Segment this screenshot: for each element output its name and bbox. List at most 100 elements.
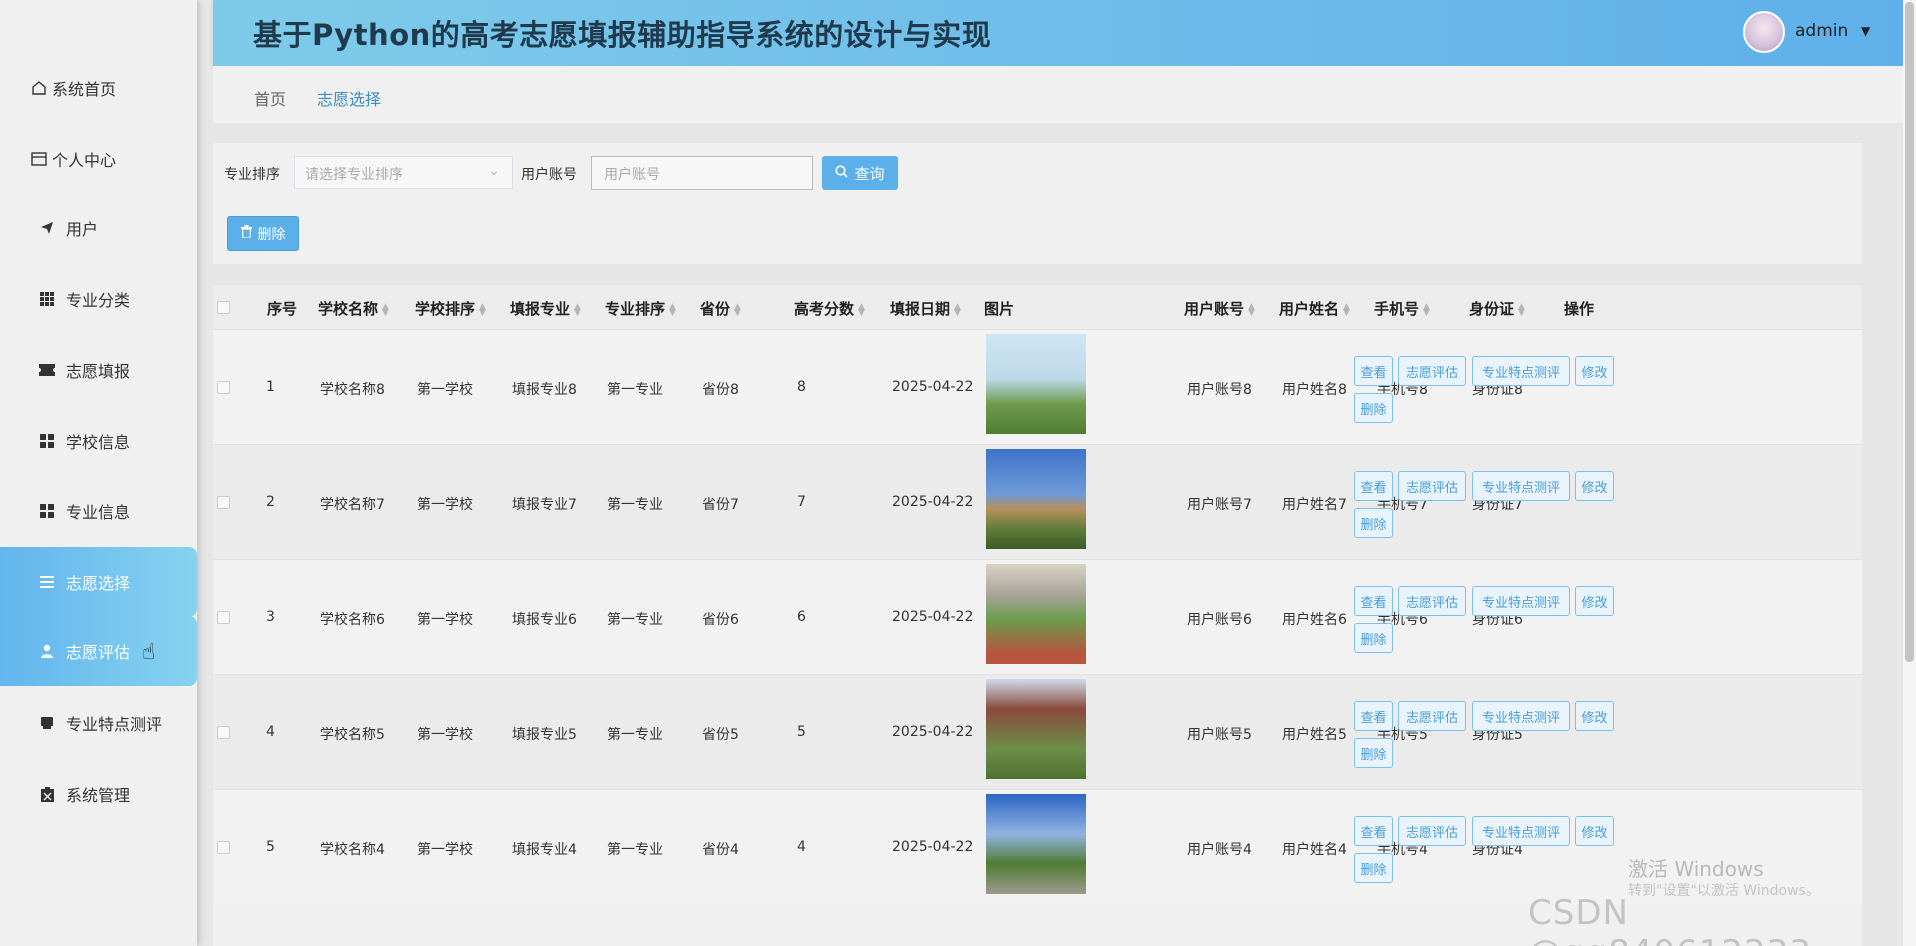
cell-major-rank: 第一专业 <box>607 382 663 398</box>
evaluate-button[interactable]: 志愿评估 <box>1398 701 1466 731</box>
feature-button[interactable]: 专业特点测评 <box>1472 816 1570 846</box>
edit-button[interactable]: 修改 <box>1575 816 1614 846</box>
sidebar-item-system-manage[interactable]: 系统管理 <box>0 759 197 829</box>
sort-icon[interactable]: ▲ ▼ <box>669 302 679 317</box>
sidebar-item-label: 志愿评估 <box>66 643 131 662</box>
col-school-rank-label: 学校排序 <box>415 300 476 318</box>
col-id-card[interactable]: 身份证 ▲ ▼ <box>1469 298 1528 319</box>
sort-icon[interactable]: ▲ ▼ <box>1343 302 1353 317</box>
col-major-rank[interactable]: 专业排序 ▲ ▼ <box>605 298 679 319</box>
feature-button[interactable]: 专业特点测评 <box>1472 356 1570 386</box>
sidebar-item-label: 志愿选择 <box>66 574 131 593</box>
row-checkbox[interactable] <box>217 726 230 739</box>
major-rank-select[interactable]: 请选择专业排序 ⌄ <box>294 156 513 189</box>
avatar[interactable] <box>1743 11 1785 53</box>
cell-date: 2025-04-22 <box>892 379 974 395</box>
sort-icon[interactable]: ▲ ▼ <box>574 302 584 317</box>
cell-name: 用户姓名5 <box>1282 727 1347 743</box>
list-icon <box>38 573 56 591</box>
sidebar-item-users[interactable]: 用户 <box>0 193 197 263</box>
sort-icon[interactable]: ▲ ▼ <box>1248 302 1258 317</box>
col-major-rank-label: 专业排序 <box>605 300 666 318</box>
row-checkbox[interactable] <box>217 381 230 394</box>
send-icon <box>38 219 56 237</box>
sort-icon[interactable]: ▲ ▼ <box>382 302 392 317</box>
view-button[interactable]: 查看 <box>1354 356 1393 386</box>
apps-icon <box>38 502 56 520</box>
edit-button[interactable]: 修改 <box>1575 586 1614 616</box>
breadcrumb-home[interactable]: 首页 <box>254 86 286 110</box>
delete-button[interactable]: 删除 <box>1354 393 1393 423</box>
view-button[interactable]: 查看 <box>1354 586 1393 616</box>
sort-icon[interactable]: ▲ ▼ <box>1423 302 1433 317</box>
delete-button[interactable]: 删除 <box>1354 623 1393 653</box>
col-major[interactable]: 填报专业 ▲ ▼ <box>510 298 584 319</box>
view-button[interactable]: 查看 <box>1354 471 1393 501</box>
evaluate-button[interactable]: 志愿评估 <box>1398 471 1466 501</box>
edit-button[interactable]: 修改 <box>1575 471 1614 501</box>
col-score[interactable]: 高考分数 ▲ ▼ <box>794 298 868 319</box>
sidebar-item-major-feature-test[interactable]: 专业特点测评 <box>0 688 197 758</box>
sort-icon[interactable]: ▲ ▼ <box>1518 302 1528 317</box>
evaluate-button[interactable]: 志愿评估 <box>1398 356 1466 386</box>
sort-icon[interactable]: ▲ ▼ <box>479 302 489 317</box>
campus-photo[interactable] <box>986 564 1086 664</box>
col-name[interactable]: 用户姓名 ▲ ▼ <box>1279 298 1353 319</box>
delete-button[interactable]: 删除 <box>1354 508 1393 538</box>
evaluate-button[interactable]: 志愿评估 <box>1398 586 1466 616</box>
select-all-checkbox[interactable] <box>217 301 230 314</box>
campus-photo[interactable] <box>986 679 1086 779</box>
cell-score: 6 <box>797 609 806 625</box>
cell-name: 用户姓名6 <box>1282 612 1347 628</box>
view-button[interactable]: 查看 <box>1354 701 1393 731</box>
feature-button[interactable]: 专业特点测评 <box>1472 586 1570 616</box>
card-icon <box>30 150 48 168</box>
col-school[interactable]: 学校名称 ▲ ▼ <box>318 298 392 319</box>
edit-button[interactable]: 修改 <box>1575 701 1614 731</box>
row-checkbox[interactable] <box>217 841 230 854</box>
col-account[interactable]: 用户账号 ▲ ▼ <box>1184 298 1258 319</box>
sort-icon[interactable]: ▲ ▼ <box>858 302 868 317</box>
feature-button[interactable]: 专业特点测评 <box>1472 471 1570 501</box>
campus-photo[interactable] <box>986 794 1086 894</box>
row-checkbox[interactable] <box>217 496 230 509</box>
col-phone[interactable]: 手机号 ▲ ▼ <box>1374 298 1433 319</box>
user-menu[interactable]: admin <box>1795 21 1848 41</box>
cell-no: 1 <box>266 379 275 395</box>
cell-account: 用户账号6 <box>1187 612 1252 628</box>
home-icon <box>30 79 48 97</box>
row-checkbox[interactable] <box>217 611 230 624</box>
cell-school-rank: 第一学校 <box>417 382 473 398</box>
feature-button[interactable]: 专业特点测评 <box>1472 701 1570 731</box>
sidebar-item-personal-center[interactable]: 个人中心 <box>0 124 197 194</box>
data-table: 序号 学校名称 ▲ ▼ 学校排序 ▲ ▼ 填报专业 ▲ ▼ 专业排序 ▲ ▼ 省份 ▲ ▼ 高考分数… <box>213 285 1862 946</box>
major-rank-placeholder: 请选择专业排序 <box>305 167 403 183</box>
sidebar-item-application-fill[interactable]: 志愿填报 <box>0 335 197 405</box>
edit-button[interactable]: 修改 <box>1575 356 1614 386</box>
evaluate-button[interactable]: 志愿评估 <box>1398 816 1466 846</box>
query-button[interactable]: 查询 <box>822 156 898 190</box>
sidebar-item-school-info[interactable]: 学校信息 <box>0 406 197 476</box>
batch-delete-button[interactable]: 删除 <box>227 216 299 251</box>
delete-button[interactable]: 删除 <box>1354 853 1393 883</box>
caret-down-icon[interactable]: ▼ <box>1861 24 1870 38</box>
scrollbar-thumb[interactable] <box>1905 2 1914 662</box>
col-date[interactable]: 填报日期 ▲ ▼ <box>890 298 964 319</box>
delete-button[interactable]: 删除 <box>1354 738 1393 768</box>
col-school-rank[interactable]: 学校排序 ▲ ▼ <box>415 298 489 319</box>
sidebar-item-application-choice[interactable]: 志愿选择 <box>0 547 197 617</box>
cell-date: 2025-04-22 <box>892 839 974 855</box>
sidebar-item-home[interactable]: 系统首页 <box>0 53 197 123</box>
campus-photo[interactable] <box>986 334 1086 434</box>
account-input[interactable]: 用户账号 <box>591 156 813 190</box>
sort-icon[interactable]: ▲ ▼ <box>734 302 744 317</box>
campus-photo[interactable] <box>986 449 1086 549</box>
cell-account: 用户账号5 <box>1187 727 1252 743</box>
sidebar-item-application-eval[interactable]: 志愿评估 <box>0 616 197 686</box>
sidebar-item-major-category[interactable]: 专业分类 <box>0 264 197 334</box>
col-province[interactable]: 省份 ▲ ▼ <box>700 298 744 319</box>
sidebar-item-major-info[interactable]: 专业信息 <box>0 476 197 546</box>
view-button[interactable]: 查看 <box>1354 816 1393 846</box>
sort-icon[interactable]: ▲ ▼ <box>954 302 964 317</box>
cell-province: 省份4 <box>702 842 739 858</box>
